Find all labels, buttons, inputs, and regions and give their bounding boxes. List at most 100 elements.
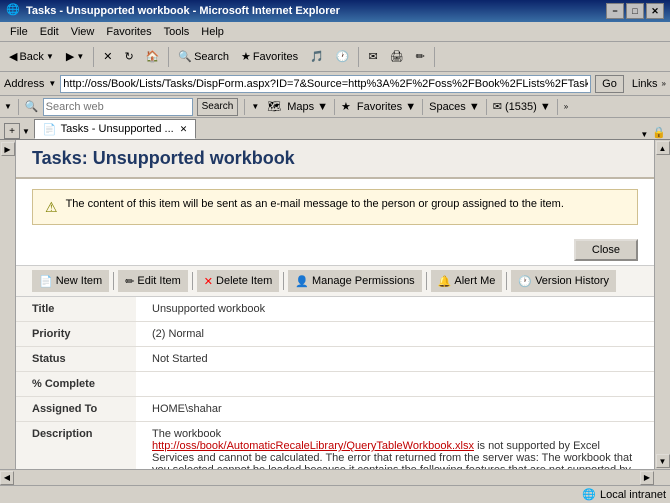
media-button[interactable]: 🎵 bbox=[305, 45, 329, 69]
edit-button[interactable]: ✏ bbox=[411, 45, 430, 69]
new-item-icon: 📄 bbox=[39, 275, 53, 288]
search-button[interactable]: 🔍 Search bbox=[173, 45, 234, 69]
stop-icon: ✕ bbox=[103, 50, 112, 63]
toolbar-separator-2 bbox=[168, 47, 169, 67]
tab-close-icon[interactable]: ✕ bbox=[180, 124, 188, 135]
manage-permissions-button[interactable]: 👤 Manage Permissions bbox=[288, 270, 421, 292]
page-toolbar: 📄 New Item ✏ Edit Item ✕ Delete Item 👤 M… bbox=[16, 265, 654, 297]
maximize-button[interactable]: □ bbox=[626, 3, 644, 19]
mail-count-label: ✉ (1535) ▼ bbox=[493, 100, 551, 113]
new-item-button[interactable]: 📄 New Item bbox=[32, 270, 109, 292]
search-bar-separator-1 bbox=[18, 99, 19, 115]
security-zone: 🌐 Local intranet bbox=[582, 488, 666, 501]
print-button[interactable]: 🖨 bbox=[385, 45, 409, 69]
sidebar-toggle[interactable]: ▶ bbox=[1, 142, 15, 156]
left-sidebar: ▶ bbox=[0, 140, 16, 469]
toolbar: ◀ Back ▼ ▶ ▼ ✕ ↻ 🏠 🔍 Search ★ Favorites … bbox=[0, 42, 670, 72]
favorites-button[interactable]: ★ Favorites bbox=[236, 45, 303, 69]
page-tool-sep-4 bbox=[426, 272, 427, 290]
menu-view[interactable]: View bbox=[65, 24, 101, 40]
vertical-scrollbar[interactable]: ▲ ▼ bbox=[654, 140, 670, 469]
search-bar-separator-3 bbox=[334, 99, 335, 115]
stop-button[interactable]: ✕ bbox=[98, 45, 117, 69]
mail-icon: ✉ bbox=[368, 50, 377, 63]
favorites-bar-label: Favorites ▼ bbox=[357, 101, 416, 113]
alert-me-button[interactable]: 🔔 Alert Me bbox=[431, 270, 503, 292]
edit-icon: ✏ bbox=[416, 50, 425, 63]
menu-favorites[interactable]: Favorites bbox=[100, 24, 157, 40]
scroll-down-button[interactable]: ▼ bbox=[656, 454, 670, 468]
horizontal-scrollbar[interactable]: ◀ ▶ bbox=[0, 469, 670, 485]
page-tool-sep-3 bbox=[283, 272, 284, 290]
table-row: Title Unsupported workbook bbox=[16, 297, 654, 322]
address-dropdown-icon: ▼ bbox=[48, 79, 56, 88]
alert-me-icon: 🔔 bbox=[438, 275, 452, 288]
tab-title: Tasks - Unsupported ... bbox=[61, 123, 174, 135]
search-input[interactable] bbox=[43, 98, 193, 116]
search-bar-separator-2 bbox=[244, 99, 245, 115]
page-tool-sep-1 bbox=[113, 272, 114, 290]
page-heading: Tasks: Unsupported workbook bbox=[16, 140, 654, 179]
home-button[interactable]: 🏠 bbox=[141, 45, 165, 69]
forward-button[interactable]: ▶ ▼ bbox=[61, 45, 89, 69]
scroll-up-button[interactable]: ▲ bbox=[656, 141, 670, 155]
info-box: ⚠ The content of this item will be sent … bbox=[32, 189, 638, 225]
forward-dropdown-icon: ▼ bbox=[76, 52, 84, 61]
scroll-left-button[interactable]: ◀ bbox=[0, 471, 14, 485]
toolbar-separator-4 bbox=[434, 47, 435, 67]
description-value: The workbook http://oss/book/AutomaticRe… bbox=[136, 422, 654, 470]
assigned-to-value: HOME\shahar bbox=[136, 397, 654, 422]
manage-permissions-icon: 👤 bbox=[295, 275, 309, 288]
menu-tools[interactable]: Tools bbox=[158, 24, 196, 40]
address-input[interactable] bbox=[60, 75, 591, 93]
ie-icon: 🌐 bbox=[6, 3, 22, 19]
new-tab-button[interactable]: + bbox=[4, 123, 20, 139]
page-tool-sep-2 bbox=[192, 272, 193, 290]
search-bar-separator-6 bbox=[557, 99, 558, 115]
spaces-label: Spaces ▼ bbox=[429, 101, 480, 113]
status-label: Status bbox=[16, 347, 136, 372]
back-icon: ◀ bbox=[9, 50, 17, 63]
table-row: Assigned To HOME\shahar bbox=[16, 397, 654, 422]
status-bar-right: 🌐 Local intranet bbox=[582, 488, 666, 501]
minimize-button[interactable]: − bbox=[606, 3, 624, 19]
toolbar-separator-1 bbox=[93, 47, 94, 67]
close-button[interactable]: ✕ bbox=[646, 3, 664, 19]
back-button[interactable]: ◀ Back ▼ bbox=[4, 45, 59, 69]
version-history-button[interactable]: 🕐 Version History bbox=[511, 270, 616, 292]
detail-table: Title Unsupported workbook Priority (2) … bbox=[16, 297, 654, 469]
table-row: Priority (2) Normal bbox=[16, 322, 654, 347]
go-button[interactable]: Go bbox=[595, 75, 624, 93]
search-bar-icon: 🔍 bbox=[25, 100, 39, 113]
info-icon: ⚠ bbox=[45, 199, 58, 216]
delete-item-button[interactable]: ✕ Delete Item bbox=[197, 270, 279, 292]
search-dropdown2-icon: ▼ bbox=[251, 102, 259, 111]
history-button[interactable]: 🕐 bbox=[331, 45, 355, 69]
search-bar-separator-4 bbox=[422, 99, 423, 115]
status-bar: 🌐 Local intranet bbox=[0, 485, 670, 503]
current-tab[interactable]: 📄 Tasks - Unsupported ... ✕ bbox=[34, 119, 196, 139]
favorites-bar-icon: ★ bbox=[341, 100, 351, 113]
search-bar-button[interactable]: Search bbox=[197, 98, 239, 116]
close-page-button[interactable]: Close bbox=[574, 239, 638, 261]
menu-file[interactable]: File bbox=[4, 24, 34, 40]
search-icon: 🔍 bbox=[178, 50, 192, 63]
map-icon: 🗺 bbox=[267, 100, 281, 113]
main-content: Tasks: Unsupported workbook ⚠ The conten… bbox=[16, 140, 654, 469]
table-row: Status Not Started bbox=[16, 347, 654, 372]
delete-item-icon: ✕ bbox=[204, 275, 213, 288]
menu-help[interactable]: Help bbox=[195, 24, 230, 40]
edit-item-button[interactable]: ✏ Edit Item bbox=[118, 270, 188, 292]
links-chevron-icon: » bbox=[662, 79, 666, 88]
close-button-area: Close bbox=[16, 235, 654, 265]
media-icon: 🎵 bbox=[310, 50, 324, 63]
menu-edit[interactable]: Edit bbox=[34, 24, 65, 40]
description-link[interactable]: http://oss/book/AutomaticRecaleLibrary/Q… bbox=[152, 440, 474, 452]
table-row: Description The workbook http://oss/book… bbox=[16, 422, 654, 470]
scroll-right-button[interactable]: ▶ bbox=[640, 471, 654, 485]
description-text-1: The workbook bbox=[152, 428, 221, 440]
search-bar-dropdown-icon: ▼ bbox=[4, 102, 12, 111]
refresh-button[interactable]: ↻ bbox=[119, 45, 138, 69]
mail-button[interactable]: ✉ bbox=[363, 45, 382, 69]
menu-bar: File Edit View Favorites Tools Help bbox=[0, 22, 670, 42]
